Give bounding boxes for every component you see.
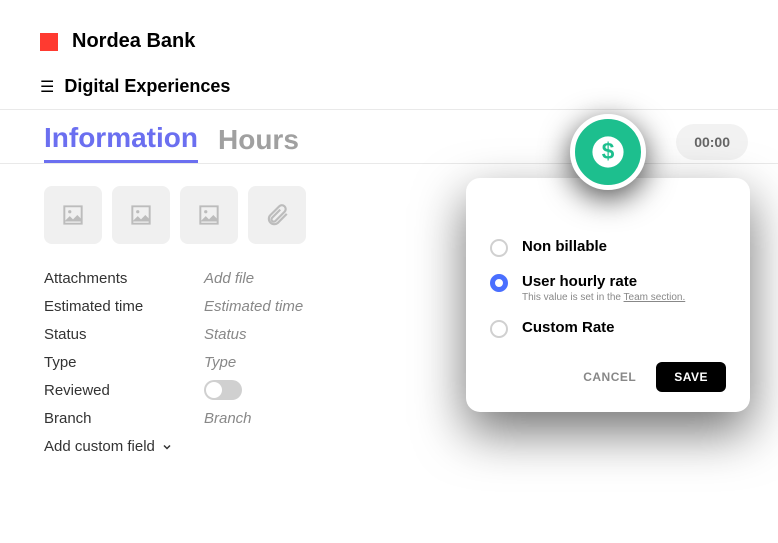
dollar-icon: $ — [591, 135, 625, 169]
dollar-badge: $ — [570, 114, 646, 190]
field-label: Reviewed — [44, 382, 204, 399]
team-section-link[interactable]: Team section. — [624, 292, 686, 303]
subheader: ☰ Digital Experiences — [0, 53, 778, 109]
hamburger-icon[interactable]: ☰ — [40, 77, 54, 97]
chevron-down-icon — [161, 441, 173, 453]
tab-information[interactable]: Information — [44, 122, 198, 163]
estimated-time-input[interactable]: Estimated time — [204, 298, 303, 315]
field-label: Attachments — [44, 270, 204, 287]
attachment-thumbnail[interactable] — [44, 186, 102, 244]
branch-input[interactable]: Branch — [204, 410, 252, 427]
radio-user-hourly-rate[interactable]: User hourly rate This value is set in th… — [490, 265, 726, 311]
attachment-thumbnail[interactable] — [180, 186, 238, 244]
paperclip-icon — [264, 202, 290, 228]
radio-icon-selected — [490, 274, 508, 292]
popover-card: Non billable User hourly rate This value… — [466, 178, 750, 412]
field-label: Estimated time — [44, 298, 204, 315]
image-icon — [196, 202, 222, 228]
radio-custom-rate[interactable]: Custom Rate — [490, 311, 726, 346]
save-button[interactable]: SAVE — [656, 362, 726, 392]
field-label: Type — [44, 354, 204, 371]
add-file-link[interactable]: Add file — [204, 270, 254, 287]
attachment-thumbnail[interactable] — [112, 186, 170, 244]
tab-hours[interactable]: Hours — [218, 124, 299, 162]
type-input[interactable]: Type — [204, 354, 236, 371]
status-input[interactable]: Status — [204, 326, 247, 343]
reviewed-toggle[interactable] — [204, 380, 242, 400]
subheader-title: Digital Experiences — [64, 76, 230, 97]
rate-popover: $ Non billable User hourly rate This val… — [466, 130, 750, 412]
add-attachment-button[interactable] — [248, 186, 306, 244]
radio-label: Custom Rate — [522, 319, 726, 336]
add-custom-field-button[interactable]: Add custom field — [44, 438, 778, 455]
image-icon — [60, 202, 86, 228]
cancel-button[interactable]: CANCEL — [573, 362, 646, 392]
add-custom-label: Add custom field — [44, 438, 155, 455]
radio-label: User hourly rate — [522, 273, 726, 290]
image-icon — [128, 202, 154, 228]
radio-icon — [490, 239, 508, 257]
field-label: Status — [44, 326, 204, 343]
radio-non-billable[interactable]: Non billable — [490, 230, 726, 265]
radio-hint: This value is set in the Team section. — [522, 292, 726, 303]
svg-text:$: $ — [602, 138, 615, 164]
popover-actions: CANCEL SAVE — [490, 362, 726, 392]
field-label: Branch — [44, 410, 204, 427]
page-header: Nordea Bank — [0, 0, 778, 53]
brand-logo — [40, 33, 58, 51]
brand-title: Nordea Bank — [72, 30, 195, 53]
radio-label: Non billable — [522, 238, 726, 255]
radio-icon — [490, 320, 508, 338]
